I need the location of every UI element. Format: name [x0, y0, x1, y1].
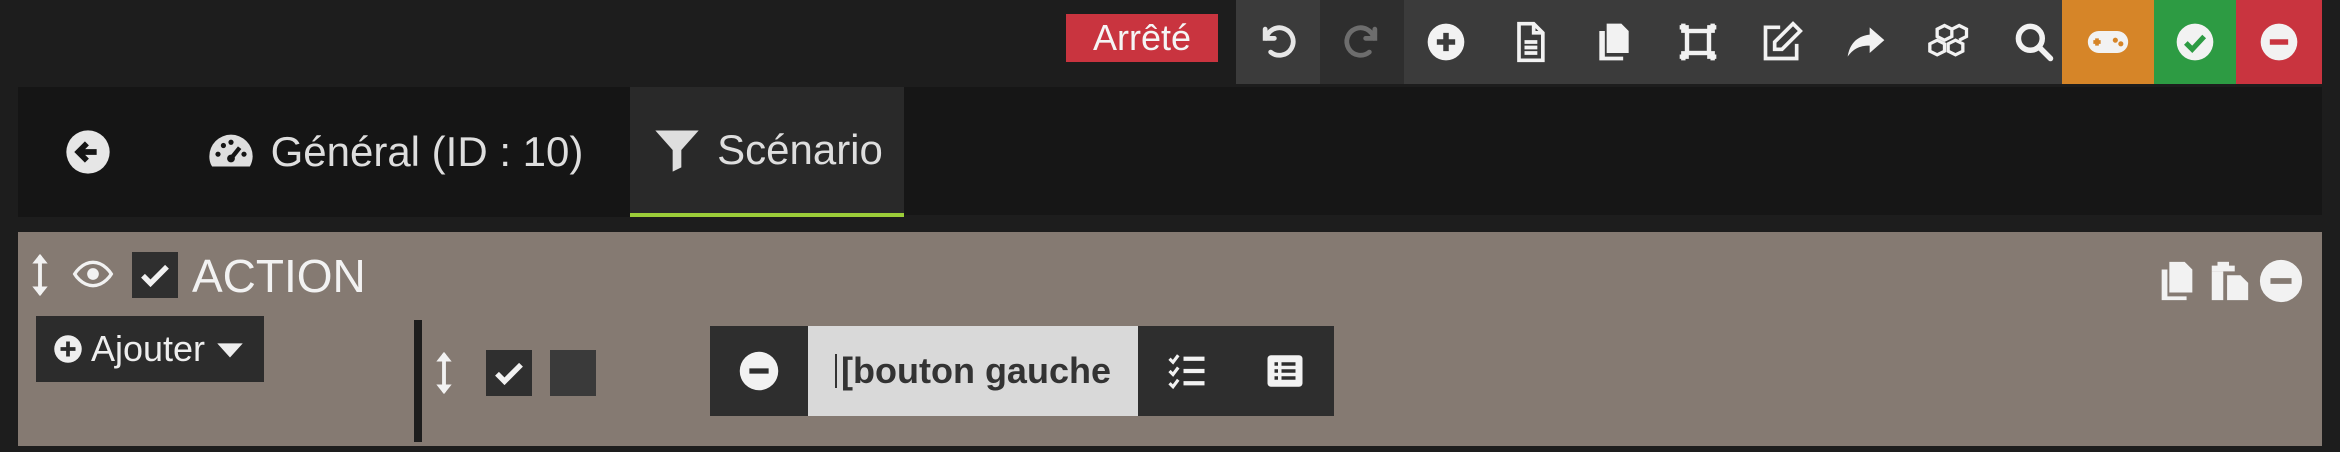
status-badge: Arrêté: [1066, 14, 1218, 62]
tab-general-label: Général (ID : 10): [270, 128, 584, 175]
check-icon: [141, 264, 169, 288]
log-button[interactable]: [1488, 0, 1572, 84]
copy-icon: [1592, 20, 1636, 64]
frame-icon: [1676, 20, 1720, 64]
drag-handle-icon[interactable]: [430, 348, 458, 398]
tab-scenario[interactable]: Scénario: [630, 87, 904, 217]
redo-icon: [1340, 20, 1384, 64]
redo-button[interactable]: [1320, 0, 1404, 84]
command-value: [bouton gauche: [841, 350, 1111, 391]
add-button-label: Ajouter: [90, 328, 206, 369]
text-cursor: [835, 354, 838, 388]
copy-icon[interactable]: [2152, 256, 2202, 306]
command-group: [bouton gauche: [710, 326, 1334, 416]
search-icon: [2012, 20, 2056, 64]
share-icon: [1844, 20, 1888, 64]
command-enable-checkbox[interactable]: [486, 350, 532, 396]
duplicate-button[interactable]: [1572, 0, 1656, 84]
edit-button[interactable]: [1740, 0, 1824, 84]
tab-general[interactable]: Général (ID : 10): [158, 87, 630, 217]
check-icon: [495, 362, 523, 386]
add-element-dropdown[interactable]: Ajouter: [36, 316, 264, 382]
command-input[interactable]: [bouton gauche: [808, 326, 1138, 416]
undo-icon: [1256, 20, 1300, 64]
edit-icon: [1760, 20, 1804, 64]
save-button[interactable]: [2154, 0, 2236, 84]
minus-circle-icon[interactable]: [2256, 256, 2306, 306]
test-button[interactable]: [2062, 0, 2154, 84]
minus-circle-icon: [2257, 20, 2301, 64]
filter-icon: [651, 124, 703, 176]
plus-circle-icon: [1424, 20, 1468, 64]
divider: [414, 320, 422, 442]
file-icon: [1508, 20, 1552, 64]
action-enable-checkbox[interactable]: [132, 252, 178, 298]
plus-circle-icon: [53, 334, 83, 364]
tab-back[interactable]: [18, 87, 158, 217]
tasks-icon: [1168, 354, 1205, 390]
dashboard-icon: [205, 126, 257, 178]
command-options-button[interactable]: [1138, 326, 1236, 416]
arrow-left-icon: [62, 126, 114, 178]
tab-scenario-label: Scénario: [717, 126, 883, 173]
remove-command-button[interactable]: [710, 326, 808, 416]
dependencies-button[interactable]: [1908, 0, 1992, 84]
action-title: ACTION: [192, 250, 366, 302]
drag-handle-icon[interactable]: [26, 250, 54, 300]
list-alt-icon: [1267, 355, 1303, 387]
cubes-icon: [1928, 20, 1972, 64]
template-button[interactable]: [1656, 0, 1740, 84]
command-list-button[interactable]: [1236, 326, 1334, 416]
eye-icon[interactable]: [66, 252, 120, 296]
command-options-checkbox[interactable]: [550, 350, 596, 396]
check-circle-icon: [2173, 20, 2217, 64]
undo-button[interactable]: [1236, 0, 1320, 84]
paste-icon[interactable]: [2204, 256, 2254, 306]
gamepad-icon: [2086, 20, 2130, 64]
export-button[interactable]: [1824, 0, 1908, 84]
caret-down-icon: [213, 332, 247, 366]
minus-circle-icon: [739, 351, 779, 391]
delete-button[interactable]: [2236, 0, 2322, 84]
add-button[interactable]: [1404, 0, 1488, 84]
